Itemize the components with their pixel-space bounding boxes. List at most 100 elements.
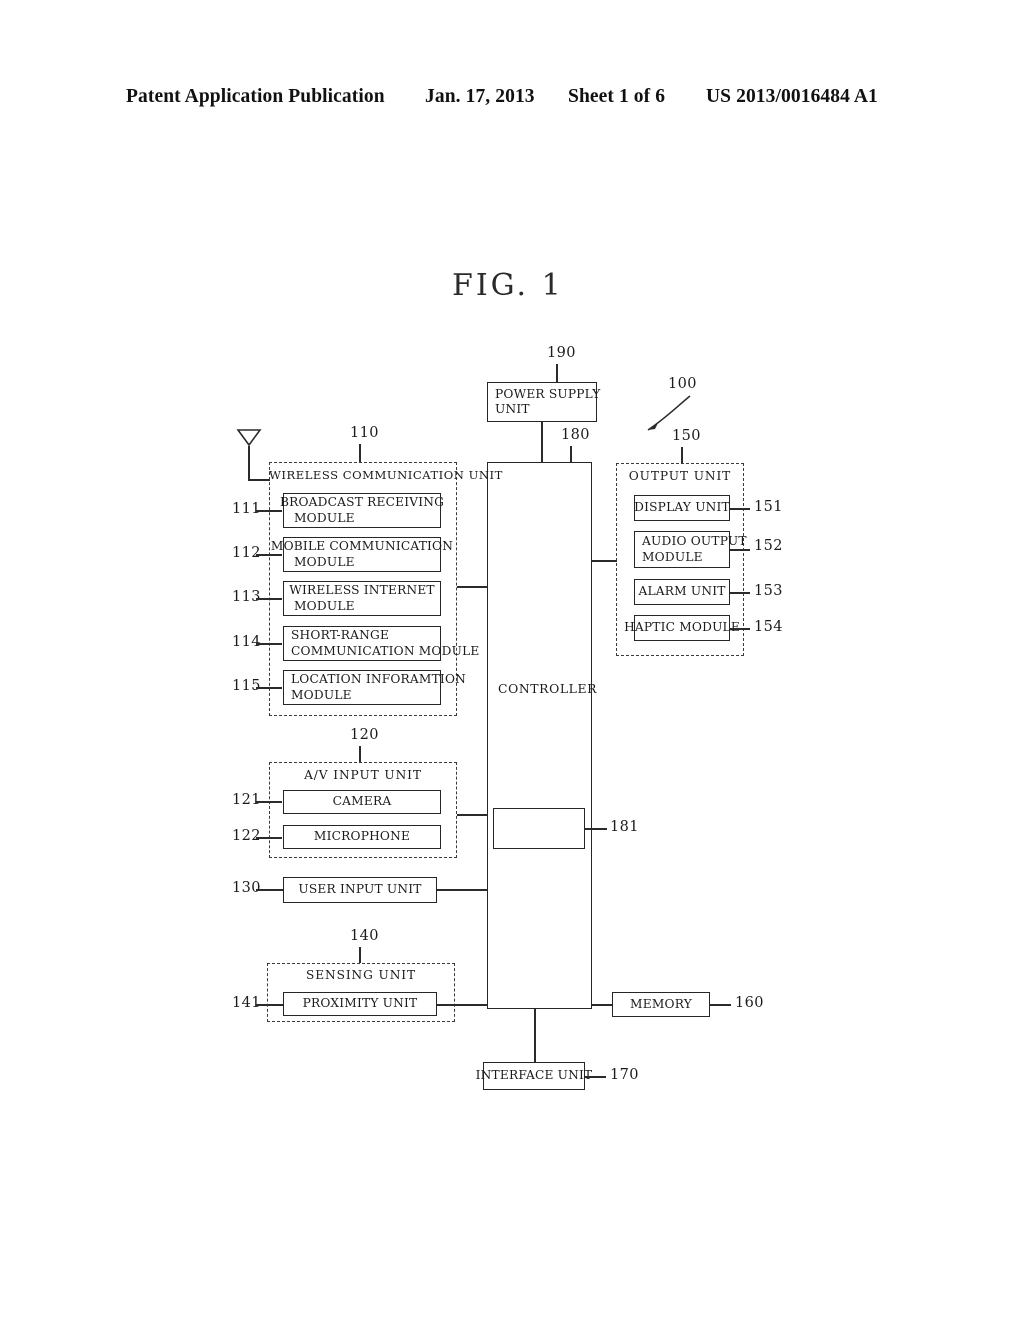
camera-label: CAMERA: [332, 794, 392, 809]
multimedia-module-block: [493, 808, 585, 849]
memory-label: MEMORY: [630, 996, 692, 1011]
ref-153-label: 153: [754, 583, 783, 599]
av-input-unit-title: A/V INPUT UNIT: [304, 768, 422, 782]
microphone-label: MICROPHONE: [313, 829, 411, 844]
camera-block: CAMERA: [283, 790, 441, 814]
ref-181-leader: [585, 828, 607, 830]
sheet-number: Sheet 1 of 6: [568, 86, 666, 107]
publication-header: Patent Application Publication Jan. 17, …: [0, 86, 1024, 116]
ref-115-leader: [256, 687, 282, 689]
ref-151-label: 151: [754, 499, 783, 515]
proximity-unit-block: PROXIMITY UNIT: [283, 992, 437, 1016]
display-unit-label: DISPLAY UNIT: [634, 500, 730, 515]
memory-block: MEMORY: [612, 992, 710, 1017]
location-information-module-block: LOCATION INFORAMTION MODULE: [283, 670, 466, 705]
broadcast-receiving-module-label-line2: MODULE: [294, 510, 355, 525]
wireless-internet-module-label-line1: WIRELESS INTERNET: [289, 583, 435, 598]
haptic-module-block: HAPTIC MODULE: [624, 615, 740, 641]
ref-111-leader: [256, 510, 282, 512]
interface-unit-block: INTERFACE UNIT: [476, 1062, 592, 1090]
ref-121-label: 121: [232, 792, 261, 808]
antenna-stem: [248, 446, 250, 480]
controller-to-output-link: [592, 560, 617, 562]
ref-154-label: 154: [754, 619, 783, 635]
broadcast-receiving-module-block: BROADCAST RECEIVING MODULE: [279, 493, 445, 528]
alarm-unit-label: ALARM UNIT: [638, 584, 726, 599]
display-unit-block: DISPLAY UNIT: [634, 495, 730, 521]
ref-122-leader: [256, 837, 282, 839]
ref-153-leader: [730, 592, 750, 594]
ref-141-label: 141: [232, 995, 261, 1011]
controller-block: [487, 462, 592, 1009]
ref-100-label: 100: [668, 376, 697, 392]
location-information-module-label-line1: LOCATION INFORAMTION: [291, 672, 466, 687]
wireless-communication-unit-title: WIRELESS COMMUNICATION UNIT: [269, 468, 503, 482]
ref-115-label: 115: [232, 678, 261, 694]
ref-120-label: 120: [350, 727, 379, 743]
antenna-icon: [236, 429, 262, 447]
ref-150-label: 150: [672, 428, 701, 444]
ref-151-leader: [730, 508, 750, 510]
ref-180-label: 180: [561, 427, 590, 443]
audio-output-module-label-line1: AUDIO OUTPUT: [642, 534, 747, 549]
short-range-communication-module-label-line2: COMMUNICATION MODULE: [291, 643, 480, 658]
ref-170-label: 170: [610, 1067, 639, 1083]
sensing-unit-title: SENSING UNIT: [305, 968, 417, 982]
ref-140-leader: [359, 947, 361, 963]
ref-122-label: 122: [232, 828, 261, 844]
short-range-communication-module-label-line1: SHORT-RANGE: [291, 628, 390, 643]
mobile-communication-module-label-line1: MOBILE COMMUNICATION: [270, 539, 454, 554]
av-input-to-controller-link: [457, 814, 488, 816]
haptic-module-label: HAPTIC MODULE: [624, 620, 740, 635]
wireless-to-controller-link: [457, 586, 488, 588]
power-supply-unit-label-line1: POWER SUPPLY: [495, 386, 601, 401]
microphone-block: MICROPHONE: [283, 825, 441, 849]
mobile-communication-module-label-line2: MODULE: [294, 554, 355, 569]
wireless-internet-module-label-line2: MODULE: [294, 598, 355, 613]
ref-141-leader: [256, 1004, 283, 1006]
alarm-unit-block: ALARM UNIT: [634, 579, 730, 605]
ref-113-label: 113: [232, 589, 261, 605]
ref-112-label: 112: [232, 545, 261, 561]
ref-121-leader: [256, 801, 282, 803]
publication-number: US 2013/0016484 A1: [706, 86, 878, 107]
power-supply-unit-block: POWER SUPPLY UNIT: [487, 382, 601, 422]
audio-output-module-label-line2: MODULE: [642, 549, 703, 564]
ref-130-leader: [256, 889, 283, 891]
power-to-controller-link: [541, 422, 543, 463]
user-input-to-controller-link: [437, 889, 488, 891]
ref-190-label: 190: [547, 345, 576, 361]
user-input-unit-block: USER INPUT UNIT: [283, 877, 437, 903]
ref-181-label: 181: [610, 819, 639, 835]
publication-date: Jan. 17, 2013: [425, 86, 535, 107]
ref-140-label: 140: [350, 928, 379, 944]
publication-title: Patent Application Publication: [126, 86, 385, 107]
controller-label: CONTROLLER: [498, 681, 598, 696]
broadcast-receiving-module-label-line1: BROADCAST RECEIVING: [279, 495, 445, 510]
mobile-communication-module-block: MOBILE COMMUNICATION MODULE: [271, 537, 453, 572]
controller-to-memory-link: [592, 1004, 613, 1006]
output-unit-title: OUTPUT UNIT: [628, 469, 732, 483]
ref-113-leader: [256, 598, 282, 600]
interface-unit-label: INTERFACE UNIT: [475, 1068, 593, 1083]
antenna-lead: [248, 479, 270, 481]
ref-180-leader: [570, 446, 572, 463]
ref-160-label: 160: [735, 995, 764, 1011]
ref-110-leader: [359, 444, 361, 462]
ref-160-leader: [710, 1004, 731, 1006]
location-information-module-label-line2: MODULE: [291, 687, 352, 702]
ref-154-leader: [730, 628, 750, 630]
ref-130-label: 130: [232, 880, 261, 896]
ref-190-leader: [556, 364, 558, 382]
wireless-internet-module-block: WIRELESS INTERNET MODULE: [283, 581, 441, 616]
user-input-unit-label: USER INPUT UNIT: [298, 882, 422, 897]
ref-114-leader: [256, 643, 282, 645]
proximity-unit-label: PROXIMITY UNIT: [302, 996, 418, 1011]
ref-120-leader: [359, 746, 361, 762]
ref-111-label: 111: [232, 501, 261, 517]
audio-output-module-block: AUDIO OUTPUT MODULE: [634, 531, 747, 568]
short-range-communication-module-block: SHORT-RANGE COMMUNICATION MODULE: [283, 626, 479, 661]
ref-170-leader: [585, 1076, 606, 1078]
ref-152-label: 152: [754, 538, 783, 554]
ref-110-label: 110: [350, 425, 379, 441]
